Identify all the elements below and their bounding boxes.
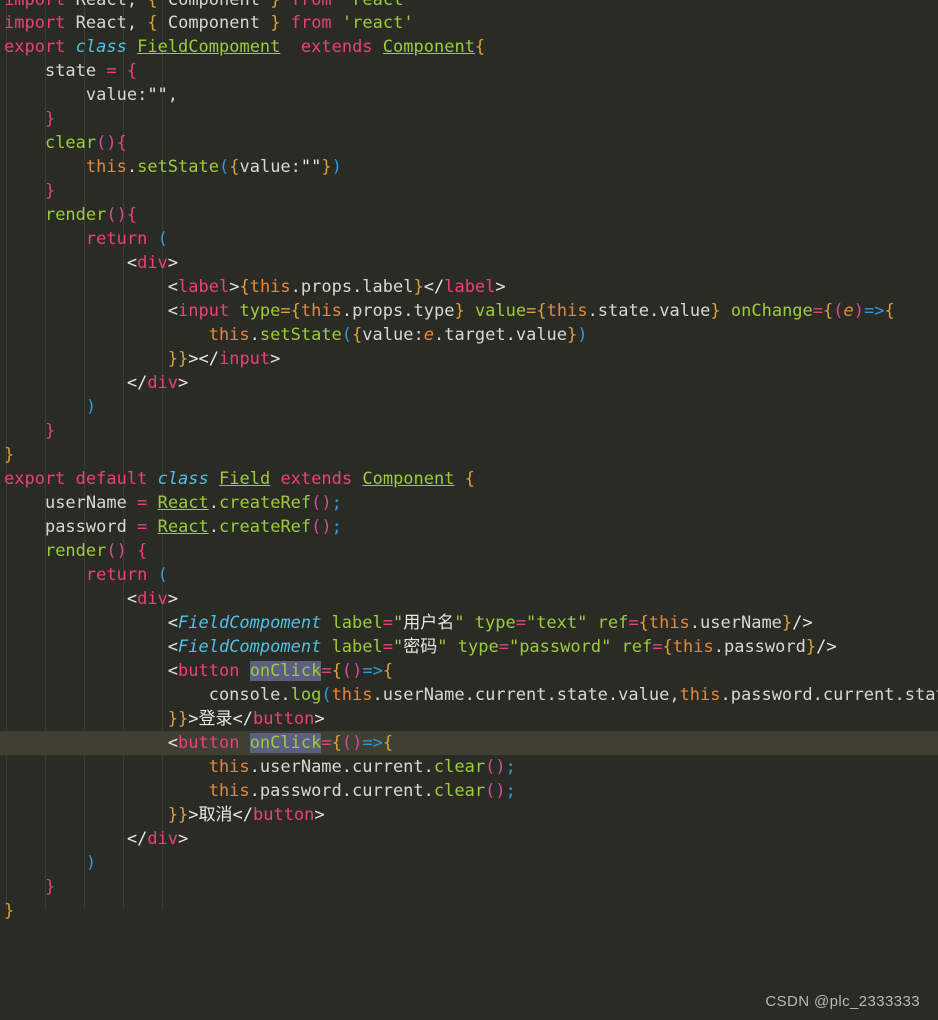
code-line[interactable]: ) — [0, 395, 938, 419]
csdn-watermark: CSDN @plc_2333333 — [765, 993, 920, 1010]
code-line[interactable]: } — [0, 875, 938, 899]
code-line[interactable]: this.setState({value:e.target.value}) — [0, 323, 938, 347]
code-line[interactable]: </div> — [0, 371, 938, 395]
code-line[interactable]: } — [0, 179, 938, 203]
code-line[interactable]: <input type={this.props.type} value={thi… — [0, 299, 938, 323]
code-line[interactable]: <div> — [0, 587, 938, 611]
code-line[interactable]: console.log(this.userName.current.state.… — [0, 683, 938, 707]
code-line[interactable]: } — [0, 419, 938, 443]
code-lines[interactable]: import React, { Component } from 'react'… — [0, 0, 938, 923]
code-line[interactable]: }}>取消</button> — [0, 803, 938, 827]
code-line[interactable]: export default class Field extends Compo… — [0, 467, 938, 491]
code-line[interactable]: value:"", — [0, 83, 938, 107]
code-line[interactable]: </div> — [0, 827, 938, 851]
code-line[interactable]: this.userName.current.clear(); — [0, 755, 938, 779]
code-line[interactable]: }}>登录</button> — [0, 707, 938, 731]
code-line[interactable]: <label>{this.props.label}</label> — [0, 275, 938, 299]
code-line[interactable]: state = { — [0, 59, 938, 83]
code-line[interactable]: render() { — [0, 539, 938, 563]
code-line[interactable]: password = React.createRef(); — [0, 515, 938, 539]
code-line[interactable]: export class FieldCompoment extends Comp… — [0, 35, 938, 59]
code-line[interactable]: } — [0, 443, 938, 467]
code-line[interactable]: ) — [0, 851, 938, 875]
code-line-current[interactable]: <button onClick={()=>{ — [0, 731, 938, 755]
code-line[interactable]: import React, { Component } from 'react' — [0, 11, 938, 35]
code-editor[interactable]: import React, { Component } from 'react'… — [0, 0, 938, 1020]
code-line[interactable]: this.password.current.clear(); — [0, 779, 938, 803]
code-line[interactable]: this.setState({value:""}) — [0, 155, 938, 179]
code-line[interactable]: import React, { Component } from 'react' — [0, 0, 938, 11]
code-line[interactable]: } — [0, 107, 938, 131]
code-line[interactable]: return ( — [0, 563, 938, 587]
code-line[interactable]: render(){ — [0, 203, 938, 227]
code-line[interactable]: <button onClick={()=>{ — [0, 659, 938, 683]
code-line[interactable]: clear(){ — [0, 131, 938, 155]
code-line[interactable]: }}></input> — [0, 347, 938, 371]
code-line[interactable]: return ( — [0, 227, 938, 251]
code-line[interactable]: <FieldCompoment label="密码" type="passwor… — [0, 635, 938, 659]
code-line[interactable]: } — [0, 899, 938, 923]
code-line[interactable]: userName = React.createRef(); — [0, 491, 938, 515]
code-line[interactable]: <div> — [0, 251, 938, 275]
code-line[interactable]: <FieldCompoment label="用户名" type="text" … — [0, 611, 938, 635]
